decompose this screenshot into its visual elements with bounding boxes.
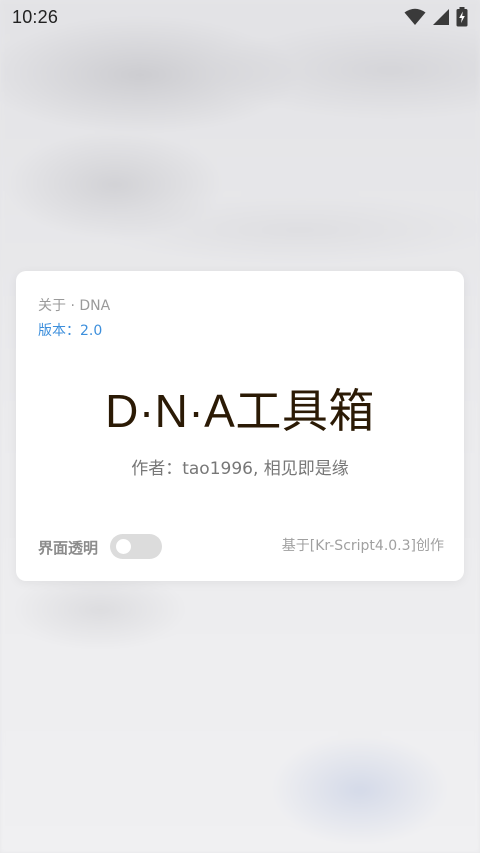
transparency-toggle-label: 界面透明 [38, 539, 99, 557]
status-bar: 10:26 [0, 0, 480, 34]
about-dialog: 关于 · DNA 版本：2.0 D·N·A工具箱 作者：tao1996, 相见即… [16, 271, 464, 581]
version-label: 版本：2.0 [38, 323, 103, 339]
cellular-signal-icon [432, 8, 450, 26]
about-title: 关于 · DNA [38, 298, 111, 314]
wifi-icon [404, 8, 426, 26]
built-with-label: 基于[Kr-Script4.0.3]创作 [281, 538, 444, 554]
toggle-knob [116, 539, 131, 554]
status-time: 10:26 [12, 6, 59, 27]
status-icons [404, 7, 468, 27]
app-title: D·N·A工具箱 [105, 385, 375, 437]
transparency-toggle[interactable] [110, 534, 162, 559]
battery-charging-icon [456, 7, 468, 27]
author-line: 作者：tao1996, 相见即是缘 [131, 459, 349, 479]
